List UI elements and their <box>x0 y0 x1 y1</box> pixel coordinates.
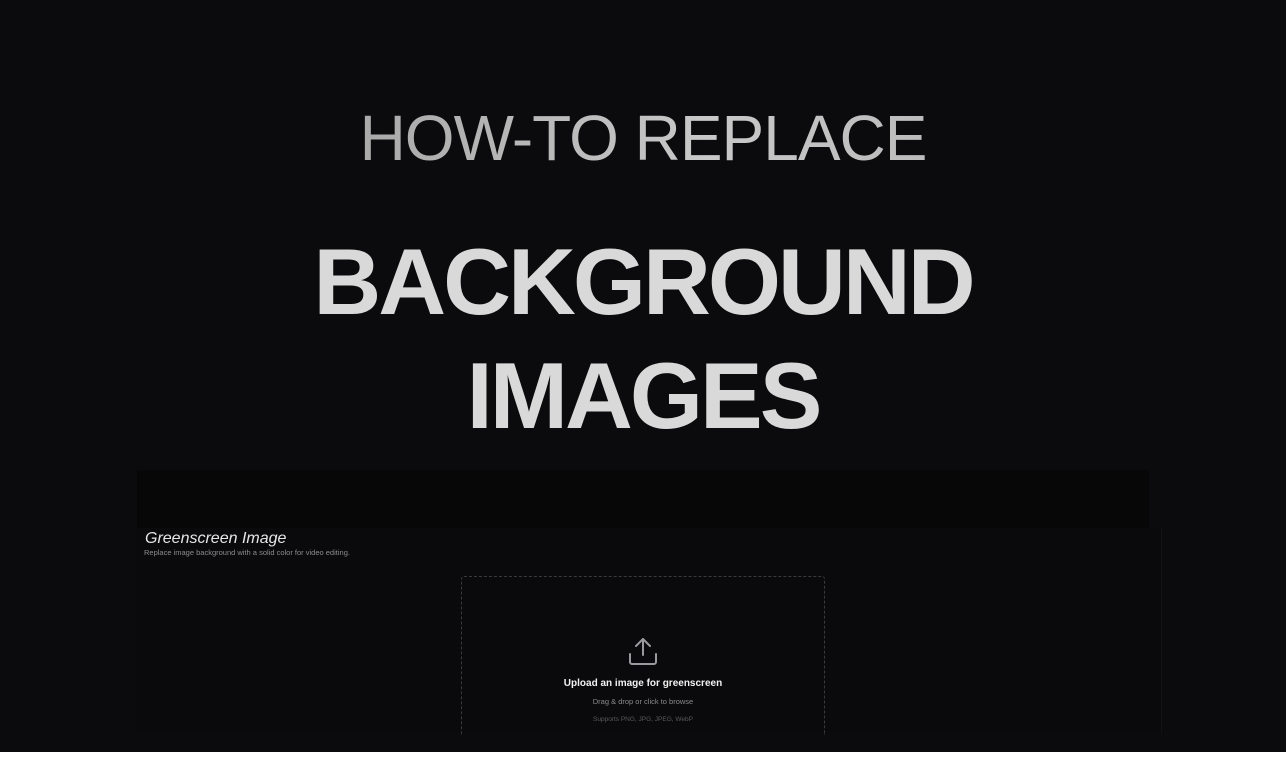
tool-header-band <box>137 470 1149 530</box>
tool-description: Replace image background with a solid co… <box>144 548 350 557</box>
page: HOW-TO REPLACE BACKGROUND IMAGES Greensc… <box>0 0 1286 752</box>
hero-eyebrow: HOW-TO REPLACE <box>0 104 1286 172</box>
hero-headline-line2: IMAGES <box>466 343 823 448</box>
dropzone-subtitle: Drag & drop or click to browse <box>592 697 694 706</box>
dropzone-title: Upload an image for greenscreen <box>563 678 723 689</box>
greenscreen-tool-panel: Greenscreen Image Replace image backgrou… <box>137 528 1162 735</box>
tool-title: Greenscreen Image <box>145 530 287 547</box>
image-upload-dropzone[interactable]: Upload an image for greenscreen Drag & d… <box>461 576 825 735</box>
dropzone-formats: Supports PNG, JPG, JPEG, WebP <box>593 716 693 723</box>
hero-headline-line1: BACKGROUND <box>313 229 975 334</box>
upload-icon <box>627 635 659 667</box>
